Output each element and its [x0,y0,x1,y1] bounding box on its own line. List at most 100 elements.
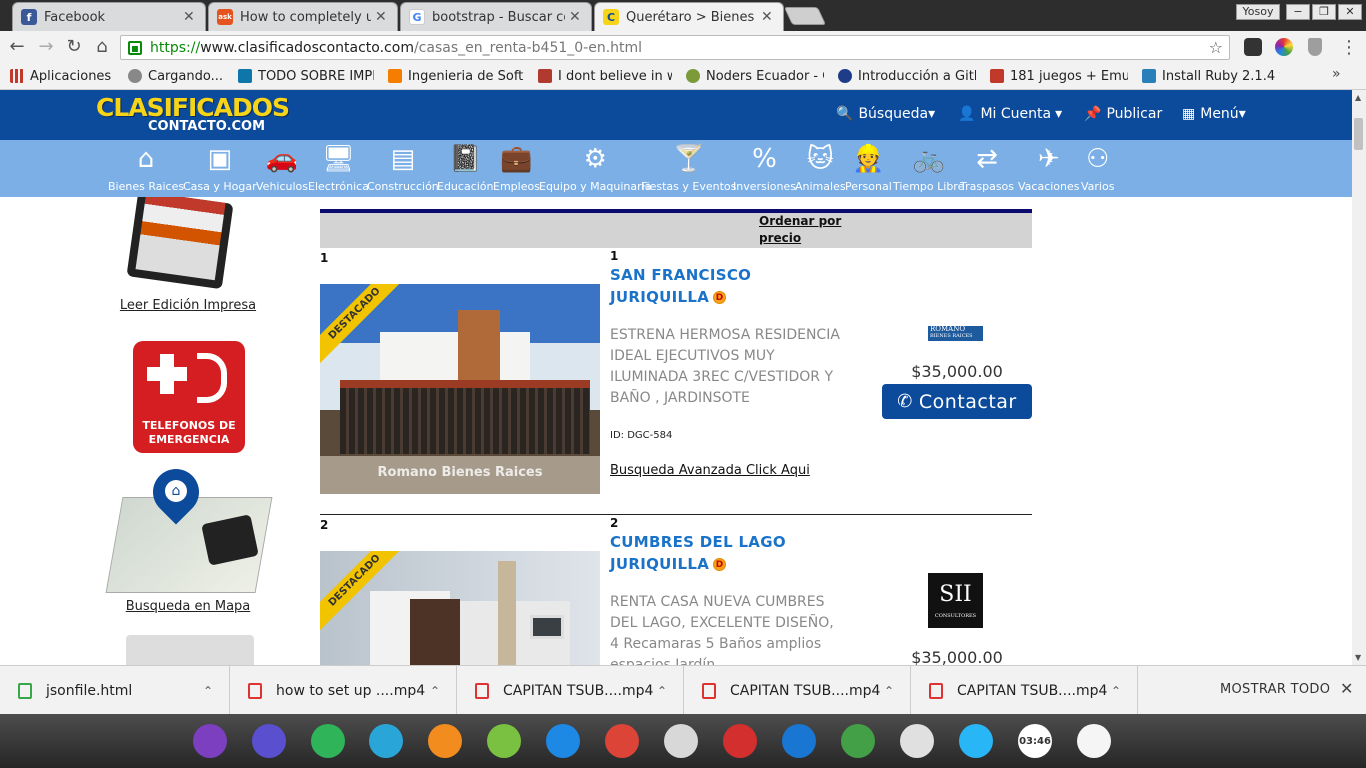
scroll-down-icon[interactable]: ▼ [1355,653,1361,662]
profile-button[interactable]: Yosoy [1236,4,1280,20]
close-icon[interactable]: ✕ [569,9,583,25]
bookmark-item[interactable]: Ingenieria de Softw [388,69,524,84]
tab-facebook[interactable]: f Facebook ✕ [12,2,206,31]
category-bienes-raices[interactable]: ⌂ Bienes Raices [108,144,184,193]
category-inversiones[interactable]: % Inversiones [733,144,796,193]
forward-icon[interactable]: → [36,37,56,57]
category-vacaciones[interactable]: ✈ Vacaciones [1018,144,1080,193]
category-educaci-n[interactable]: 📓 Educación [437,144,494,193]
bookmark-item[interactable]: Introducción a GitH [838,69,976,84]
settings-icon[interactable] [664,724,698,758]
agency-logo[interactable]: ROMANO BIENES RAICES [928,326,983,341]
listing-title[interactable]: CUMBRES DEL LAGO JURIQUILLA D [610,531,786,575]
chevron-up-icon[interactable]: ⌃ [884,684,894,698]
bookmark-item[interactable]: Aplicaciones [10,69,114,84]
category-varios[interactable]: ⚇ Varios [1081,144,1114,193]
category-equipo-y-maquinaria[interactable]: ⚙ Equipo y Maquinaria [539,144,651,193]
tab-ask[interactable]: ask How to completely uni ✕ [208,2,398,31]
category-empleos[interactable]: 💼 Empleos [493,144,540,193]
color-picker-icon[interactable] [1275,38,1293,56]
download-item[interactable]: CAPITAN TSUB....mp4 ⌃ [457,666,684,715]
bookmark-item[interactable]: Noders Ecuador - C [686,69,824,84]
music-icon[interactable] [487,724,521,758]
map-search-link[interactable]: Busqueda en Mapa [100,599,276,614]
tab-google[interactable]: G bootstrap - Buscar con ✕ [400,2,592,31]
close-icon[interactable]: ✕ [183,9,197,25]
sidebar-banner[interactable] [126,635,254,665]
bookmark-item[interactable]: Install Ruby 2.1.4 w [1142,69,1280,84]
close-icon[interactable]: ✕ [375,9,389,25]
chevron-up-icon[interactable]: ⌃ [203,684,213,698]
listing-photo[interactable]: DESTACADO [320,551,600,665]
bookmark-item[interactable]: Cargando... [128,69,224,84]
video-icon[interactable] [546,724,580,758]
category-animales[interactable]: 🐱 Animales [795,144,846,193]
chrome-icon[interactable] [605,724,639,758]
sort-by-price-link[interactable]: Ordenar por precio [759,213,849,247]
files-icon[interactable] [369,724,403,758]
advanced-search-link[interactable]: Busqueda Avanzada Click Aqui [610,463,810,478]
tab-clasificados[interactable]: C Querétaro > Bienes Ra ✕ [594,2,784,31]
reload-icon[interactable]: ↻ [64,37,84,57]
category-casa-y-hogar[interactable]: ▣ Casa y Hogar [183,144,257,193]
category-personal[interactable]: 👷 Personal [845,144,892,193]
clock-icon[interactable]: 03:46 [1018,724,1052,758]
download-item[interactable]: jsonfile.html ⌃ [0,666,230,715]
minimize-button[interactable]: − [1286,4,1310,20]
page-scrollbar[interactable] [1352,90,1366,665]
scrollbar-thumb[interactable] [1354,118,1363,150]
scroll-up-icon[interactable]: ▲ [1355,93,1361,102]
contact-button[interactable]: ✆ Contactar [882,384,1032,419]
bookmark-item[interactable]: I dont believe in wh [538,69,672,84]
category-vehiculos[interactable]: 🚗 Vehiculos [256,144,308,193]
print-edition-image[interactable] [126,197,234,290]
download-item[interactable]: CAPITAN TSUB....mp4 ⌃ [911,666,1138,715]
back-icon[interactable]: ← [7,37,27,57]
search-app-icon[interactable] [900,724,934,758]
terminal-icon[interactable] [723,724,757,758]
launcher-icon[interactable] [193,724,227,758]
listing-title[interactable]: SAN FRANCISCO JURIQUILLA D [610,264,751,308]
listing-photo[interactable]: DESTACADO Romano Bienes Raices [320,284,600,494]
bookmark-item[interactable]: TODO SOBRE IMPR [238,69,374,84]
home-icon[interactable]: ⌂ [92,37,112,57]
category-tiempo-libre[interactable]: 🚲 Tiempo Libre [893,144,964,193]
category-traspasos[interactable]: ⇄ Traspasos [960,144,1014,193]
wifi-icon[interactable] [959,724,993,758]
trash-icon[interactable] [1077,724,1111,758]
address-bar[interactable]: ▪ https:// www.clasificadoscontacto.com … [120,35,1230,60]
bookmarks-more-icon[interactable]: » [1332,66,1341,82]
menu-mi-cuenta[interactable]: 👤 Mi Cuenta ▾ [958,106,1062,122]
close-icon[interactable]: ✕ [761,9,775,25]
category-fiestas-y-eventos[interactable]: 🍸 Fiestas y Eventos [641,144,736,193]
shop-icon[interactable] [428,724,462,758]
extension-icon[interactable] [1244,38,1262,56]
print-edition-link[interactable]: Leer Edición Impresa [100,298,276,313]
category-construcci-n[interactable]: ▤ Construcción [367,144,439,193]
emergency-phones-card[interactable]: TELEFONOS DE EMERGENCIA [125,333,253,461]
chevron-up-icon[interactable]: ⌃ [430,684,440,698]
menu-menu[interactable]: ▦ Menú ▾ [1182,106,1246,122]
shield-icon[interactable] [1308,38,1322,56]
menu-publicar[interactable]: 📌 Publicar [1084,106,1162,122]
download-item[interactable]: CAPITAN TSUB....mp4 ⌃ [684,666,911,715]
category-electr-nica[interactable]: 🖥 Electrónica [308,144,369,193]
agency-logo[interactable]: SII CONSULTORES [928,573,983,628]
bookmark-item[interactable]: 181 juegos + Emula [990,69,1128,84]
site-logo[interactable]: CLASIFICADOS CONTACTO.COM [96,95,290,136]
close-window-button[interactable]: ✕ [1338,4,1362,20]
chevron-up-icon[interactable]: ⌃ [1111,684,1121,698]
close-icon[interactable]: ✕ [1340,679,1353,698]
download-item[interactable]: how to set up ....mp4 ⌃ [230,666,457,715]
screenshot-icon[interactable] [252,724,286,758]
menu-busqueda[interactable]: 🔍 Búsqueda ▾ [836,106,935,122]
browser-icon[interactable] [782,724,816,758]
app-store-icon[interactable] [311,724,345,758]
power-icon[interactable] [841,724,875,758]
maximize-button[interactable]: ❐ [1312,4,1336,20]
menu-dots-icon[interactable]: ⋮ [1340,37,1358,58]
apps-grid-icon [10,69,24,83]
chevron-up-icon[interactable]: ⌃ [657,684,667,698]
bookmark-star-icon[interactable]: ☆ [1209,38,1223,57]
show-all-downloads-button[interactable]: MOSTRAR TODO [1220,682,1330,697]
